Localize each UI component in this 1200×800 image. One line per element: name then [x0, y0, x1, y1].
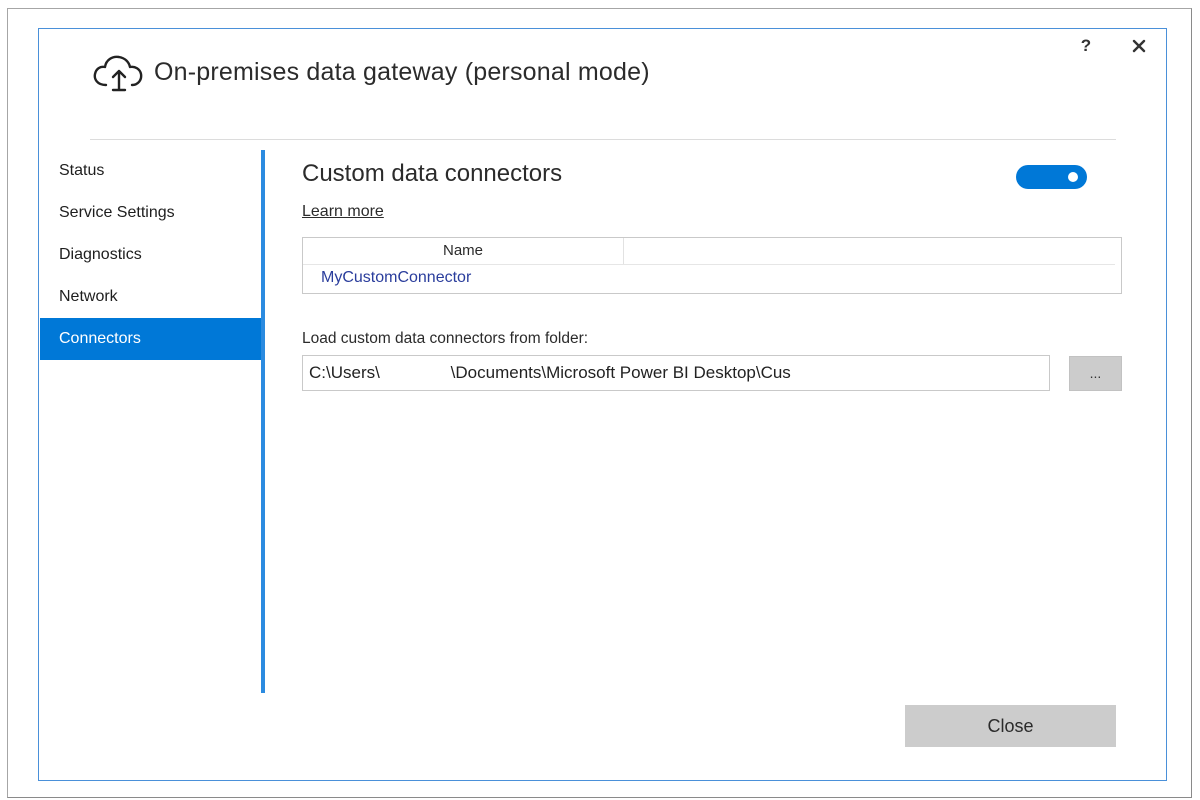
- close-icon: [1132, 39, 1146, 53]
- close-window-button[interactable]: [1128, 34, 1150, 58]
- sidebar-item-network[interactable]: Network: [40, 276, 262, 318]
- sidebar-item-diagnostics[interactable]: Diagnostics: [40, 234, 262, 276]
- sidebar-divider: [261, 150, 265, 693]
- sidebar-item-connectors[interactable]: Connectors: [40, 318, 262, 360]
- header-divider: [90, 139, 1116, 140]
- custom-connectors-toggle[interactable]: [1016, 165, 1087, 189]
- learn-more-link[interactable]: Learn more: [302, 203, 384, 221]
- folder-label: Load custom data connectors from folder:: [302, 330, 589, 347]
- help-button[interactable]: ?: [1076, 34, 1096, 58]
- cloud-upload-icon: [93, 55, 143, 92]
- column-header-name[interactable]: Name: [303, 238, 624, 264]
- gateway-dialog: [38, 28, 1167, 781]
- section-title: Custom data connectors: [302, 160, 563, 187]
- dialog-header: On-premises data gateway (personal mode): [90, 50, 650, 94]
- sidebar-item-service-settings[interactable]: Service Settings: [40, 192, 262, 234]
- table-row[interactable]: MyCustomConnector: [303, 266, 1115, 290]
- close-button[interactable]: Close: [905, 705, 1116, 747]
- browse-folder-button[interactable]: ...: [1069, 356, 1122, 391]
- folder-path-input[interactable]: [302, 355, 1050, 391]
- sidebar-item-status[interactable]: Status: [40, 150, 262, 192]
- toggle-knob: [1068, 172, 1078, 182]
- connectors-table: Name MyCustomConnector: [302, 237, 1122, 294]
- screenshot-canvas: ? On-premises data gateway (personal mod…: [0, 0, 1200, 800]
- table-header: Name: [303, 238, 1115, 265]
- sidebar-nav: Status Service Settings Diagnostics Netw…: [40, 150, 262, 360]
- dialog-title: On-premises data gateway (personal mode): [154, 57, 650, 86]
- connector-name-cell: MyCustomConnector: [321, 269, 472, 286]
